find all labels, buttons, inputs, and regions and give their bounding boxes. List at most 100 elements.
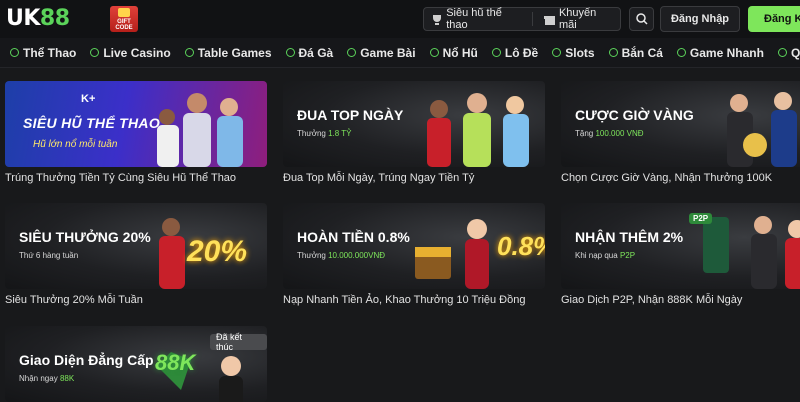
promo-banner[interactable]: ĐUA TOP NGÀY Thưởng 1.8 TỶ: [283, 81, 545, 167]
category-nav: Thể Thao Live Casino Table Games Đá Gà G…: [0, 38, 800, 68]
bonus-percent-graphic: 20%: [187, 235, 248, 268]
gift-box-icon: [118, 8, 130, 17]
p2p-badge: P2P: [689, 213, 713, 224]
promo-title: ĐUA TOP NGÀY: [297, 107, 404, 123]
players-illustration: [727, 92, 797, 167]
nav-label: Thể Thao: [23, 45, 77, 60]
nav-item-lo-de[interactable]: Lô Đề: [491, 46, 538, 60]
search-icon: [635, 13, 648, 25]
promo-sub-value: 88K: [59, 374, 75, 383]
nav-item-the-thao[interactable]: Thể Thao: [10, 46, 76, 60]
trophy-icon: [433, 14, 441, 25]
promo-sub-value: 10.000.000VNĐ: [328, 251, 386, 260]
promo-subtitle: Thưởng 10.000.000VNĐ: [297, 251, 385, 260]
promo-card-giao-dien[interactable]: Giao Diện Đẳng Cấp Nhận ngay 88K 88K Đã …: [5, 326, 269, 402]
promo-title: NHẬN THÊM 2%: [575, 229, 684, 245]
promo-subtitle: Nhận ngay 88K: [19, 374, 74, 383]
nav-label: Đá Gà: [298, 45, 334, 60]
nav-label: Game Bài: [360, 45, 416, 60]
gift-code-label: GIFT CODE: [115, 19, 133, 31]
rocket-icon: [676, 48, 686, 57]
promo-banner[interactable]: HOÀN TIỀN 0.8% Thưởng 10.000.000VNĐ 0.8%: [283, 203, 545, 289]
promo-title: HOÀN TIỀN 0.8%: [297, 229, 410, 245]
promo-card-dua-top[interactable]: ĐUA TOP NGÀY Thưởng 1.8 TỶ Đua Top Mỗi N…: [283, 81, 547, 184]
nav-label: Table Games: [197, 45, 272, 60]
promo-banner[interactable]: K+ SIÊU HŨ THỂ THAO Hũ lớn nổ mỗi tuần: [5, 81, 267, 167]
promo-sub-prefix: Thưởng: [297, 129, 326, 138]
promo-card-nhan-them[interactable]: NHẬN THÊM 2% Khi nạp qua P2P P2P Giao Dị…: [561, 203, 800, 306]
nav-label: Game Nhanh: [689, 45, 764, 60]
sieu-hu-link[interactable]: Siêu hũ thể thao: [424, 7, 528, 31]
promo-subtitle: Tặng 100.000 VNĐ: [575, 129, 644, 138]
nav-item-quay[interactable]: Quay: [777, 45, 800, 60]
nav-label: Live Casino: [103, 45, 171, 60]
search-button[interactable]: [629, 7, 654, 31]
promo-card-hoan-tien[interactable]: HOÀN TIỀN 0.8% Thưởng 10.000.000VNĐ 0.8%…: [283, 203, 547, 306]
promo-title: SIÊU THƯỞNG 20%: [19, 229, 151, 245]
cashback-percent-graphic: 0.8%: [497, 231, 545, 261]
casino-chip-icon: [90, 48, 100, 57]
promo-banner[interactable]: NHẬN THÊM 2% Khi nạp qua P2P P2P: [561, 203, 800, 289]
promo-card-sieu-thuong[interactable]: SIÊU THƯỞNG 20% Thứ 6 hàng tuần 20% Siêu…: [5, 203, 269, 306]
soccer-icon: [10, 48, 19, 57]
promo-caption[interactable]: Đua Top Mỗi Ngày, Trúng Ngay Tiền Tỷ: [283, 172, 547, 184]
nav-item-slots[interactable]: Slots: [552, 45, 595, 60]
promo-sub-prefix: Thưởng: [297, 251, 326, 260]
promo-sub-value: 100.000 VNĐ: [595, 129, 644, 138]
nav-label: Slots: [565, 45, 595, 60]
promo-subtitle: Hũ lớn nổ mỗi tuần: [33, 139, 118, 150]
sieu-hu-label: Siêu hũ thể thao: [446, 7, 502, 31]
promo-caption[interactable]: Giao Dịch P2P, Nhận 888K Mỗi Ngày: [561, 294, 800, 306]
promo-card-cuoc-gio-vang[interactable]: CƯỢC GIỜ VÀNG Tặng 100.000 VNĐ Chọn Cược…: [561, 81, 800, 184]
promo-banner[interactable]: SIÊU THƯỞNG 20% Thứ 6 hàng tuần 20%: [5, 203, 267, 289]
wheel-icon: [777, 48, 787, 57]
promo-caption[interactable]: Trúng Thưởng Tiền Tỷ Cùng Siêu Hũ Thể Th…: [5, 172, 269, 184]
playing-card-icon: [347, 48, 357, 57]
nav-item-game-nhanh[interactable]: Game Nhanh: [676, 45, 764, 60]
nav-label: Quay: [790, 45, 800, 60]
promo-title: Giao Diện Đẳng Cấp: [19, 352, 154, 368]
nav-item-game-bai[interactable]: Game Bài: [347, 45, 416, 60]
khuyen-mai-label: Khuyến mãi: [558, 7, 597, 31]
slot-icon: [552, 48, 562, 57]
promo-card-sieu-hu[interactable]: K+ SIÊU HŨ THỂ THAO Hũ lớn nổ mỗi tuần T…: [5, 81, 269, 184]
promo-banner[interactable]: CƯỢC GIỜ VÀNG Tặng 100.000 VNĐ: [561, 81, 800, 167]
players-illustration: [157, 93, 243, 167]
top-quick-links: Siêu hũ thể thao Khuyến mãi: [423, 7, 621, 31]
promo-caption[interactable]: Chọn Cược Giờ Vàng, Nhận Thưởng 100K: [561, 172, 800, 184]
nav-item-no-hu[interactable]: Nổ Hũ: [429, 45, 478, 60]
promo-sub-prefix: Nhận ngay: [19, 374, 58, 383]
logo-main: UK: [6, 6, 40, 31]
promo-caption[interactable]: Siêu Thưởng 20% Mỗi Tuần: [5, 294, 269, 306]
promo-subtitle: Thưởng 1.8 TỶ: [297, 129, 352, 138]
logo-accent: 88: [39, 6, 70, 31]
uk88-logo[interactable]: UK88: [6, 6, 70, 31]
nav-label: Nổ Hũ: [442, 45, 478, 60]
cards-icon: [184, 48, 194, 57]
kplus-logo: K+: [81, 93, 96, 105]
promo-banner[interactable]: Giao Diện Đẳng Cấp Nhận ngay 88K 88K Đã …: [5, 326, 267, 402]
reward-graphic: 88K: [155, 350, 196, 375]
login-button[interactable]: Đăng Nhập: [660, 6, 740, 32]
divider: [531, 12, 533, 26]
fish-icon: [608, 48, 618, 57]
promo-subtitle: Thứ 6 hàng tuần: [19, 251, 79, 260]
promo-sub-value: 1.8 TỶ: [328, 129, 352, 138]
gift-icon: [543, 15, 555, 25]
promo-subtitle: Khi nạp qua P2P: [575, 251, 635, 260]
ended-badge: Đã kết thúc: [210, 332, 267, 352]
nav-item-da-ga[interactable]: Đá Gà: [285, 45, 334, 60]
nav-item-ban-ca[interactable]: Bắn Cá: [608, 45, 663, 60]
promo-sub-prefix: Khi nạp qua: [575, 251, 618, 260]
lottery-icon: [491, 48, 501, 57]
gift-code-button[interactable]: GIFT CODE: [110, 6, 138, 32]
rooster-icon: [285, 48, 295, 57]
jackpot-icon: [429, 48, 439, 57]
promo-caption[interactable]: Nạp Nhanh Tiền Ảo, Khao Thưởng 10 Triệu …: [283, 294, 547, 306]
players-illustration: [427, 93, 529, 167]
khuyen-mai-link[interactable]: Khuyến mãi: [537, 7, 620, 31]
register-button[interactable]: Đăng Ký: [748, 6, 800, 32]
nav-label: Bắn Cá: [621, 45, 663, 60]
nav-item-live-casino[interactable]: Live Casino: [90, 45, 171, 60]
nav-item-table-games[interactable]: Table Games: [184, 45, 272, 60]
